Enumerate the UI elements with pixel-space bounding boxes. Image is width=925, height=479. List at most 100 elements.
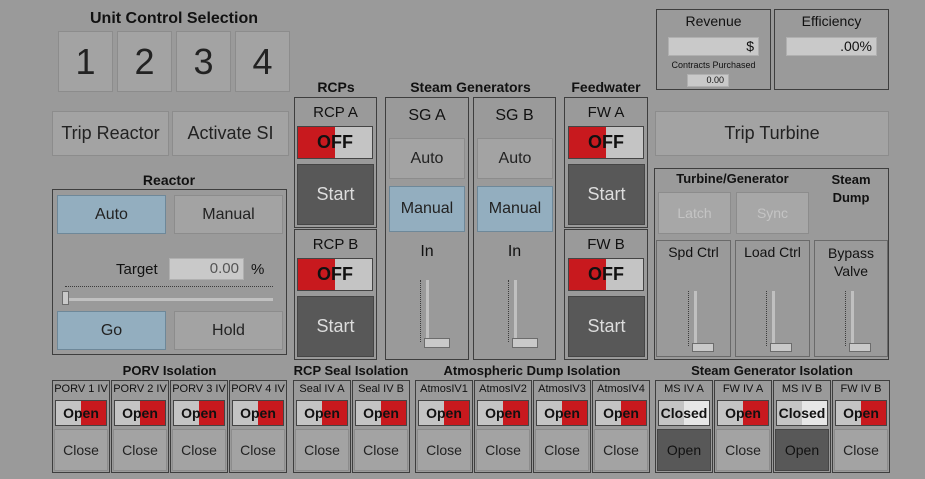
rcp-seal-isolation-title: RCP Seal Isolation — [293, 363, 409, 378]
valve-action-button[interactable]: Close — [172, 429, 226, 471]
sg-a-in-label: In — [420, 243, 434, 260]
valve-label: AtmosIV4 — [597, 383, 645, 395]
reactor-auto-button[interactable]: Auto — [57, 195, 166, 234]
fw-b-start-button[interactable]: Start — [568, 296, 645, 357]
valve-action-button[interactable]: Close — [54, 429, 108, 471]
efficiency-field: .00% — [786, 37, 877, 56]
valve-action-button[interactable]: Close — [476, 429, 530, 471]
valve-action-button[interactable]: Close — [834, 429, 888, 471]
valve-state: Open — [603, 405, 639, 421]
valve-label: FW IV A — [722, 383, 764, 395]
rcp-b-toggle[interactable]: OFF — [297, 258, 373, 291]
bypass-valve-label: Bypass Valve — [828, 245, 874, 279]
fw-b-toggle[interactable]: OFF — [568, 258, 644, 291]
target-field[interactable]: 0.00 — [169, 258, 244, 280]
reactor-hold-button[interactable]: Hold — [174, 311, 283, 350]
valve-state-toggle[interactable]: Open — [477, 400, 529, 426]
valve-state-toggle[interactable]: Open — [418, 400, 470, 426]
unit-2-button[interactable]: 2 — [117, 31, 172, 92]
valve-action-button[interactable]: Open — [775, 429, 829, 471]
seal-valve-1: Seal IV A Open Close — [293, 380, 351, 473]
valve-label: PORV 4 IV — [231, 383, 285, 395]
valve-state-toggle[interactable]: Open — [595, 400, 647, 426]
porv-valve-2: PORV 2 IV Open Close — [111, 380, 169, 473]
valve-action-button[interactable]: Close — [594, 429, 648, 471]
valve-state-toggle[interactable]: Open — [296, 400, 348, 426]
spd-ctrl-ticks — [688, 291, 690, 346]
sg-a-slider-track — [426, 280, 429, 342]
valve-state-toggle[interactable]: Open — [232, 400, 284, 426]
contracts-field[interactable]: 0.00 — [687, 74, 729, 87]
sg-b-panel: SG B Auto Manual In — [473, 97, 556, 360]
valve-state-toggle[interactable]: Open — [55, 400, 107, 426]
fw-b-state: OFF — [588, 264, 624, 284]
valve-action-button[interactable]: Close — [417, 429, 471, 471]
trip-reactor-button[interactable]: Trip Reactor — [52, 111, 169, 156]
valve-state-toggle[interactable]: Open — [114, 400, 166, 426]
valve-label: PORV 1 IV — [54, 383, 108, 395]
valve-action-button[interactable]: Open — [657, 429, 711, 471]
sg-a-auto-button[interactable]: Auto — [389, 138, 465, 179]
fw-a-state: OFF — [588, 132, 624, 152]
fw-a-start-button[interactable]: Start — [568, 164, 645, 225]
valve-state-toggle[interactable]: Open — [173, 400, 225, 426]
valve-label: AtmosIV1 — [420, 383, 468, 395]
activate-si-button[interactable]: Activate SI — [172, 111, 289, 156]
valve-label: PORV 3 IV — [172, 383, 226, 395]
sg-b-auto-button[interactable]: Auto — [477, 138, 553, 179]
sg-b-slider-thumb[interactable] — [512, 338, 538, 348]
rcp-b-panel: RCP B OFF Start — [294, 229, 377, 360]
valve-action-button[interactable]: Close — [113, 429, 167, 471]
valve-action-button[interactable]: Close — [231, 429, 285, 471]
fw-a-toggle[interactable]: OFF — [568, 126, 644, 159]
rcp-b-state: OFF — [317, 264, 353, 284]
trip-turbine-button[interactable]: Trip Turbine — [655, 111, 889, 156]
valve-state-toggle[interactable]: Open — [536, 400, 588, 426]
valve-state-toggle[interactable]: Closed — [658, 400, 710, 426]
reactor-go-button[interactable]: Go — [57, 311, 166, 350]
rcp-a-toggle[interactable]: OFF — [297, 126, 373, 159]
rcp-b-start-button[interactable]: Start — [297, 296, 374, 357]
valve-state: Open — [240, 405, 276, 421]
valve-state-toggle[interactable]: Open — [355, 400, 407, 426]
valve-label: FW IV B — [840, 383, 882, 395]
load-ctrl-ticks — [766, 291, 768, 346]
spd-ctrl-track — [694, 291, 697, 346]
valve-action-button[interactable]: Close — [535, 429, 589, 471]
valve-state: Open — [725, 405, 761, 421]
sync-button[interactable]: Sync — [736, 192, 809, 234]
seal-valve-2: Seal IV B Open Close — [352, 380, 410, 473]
sg-b-manual-button[interactable]: Manual — [477, 186, 553, 232]
unit-1-button[interactable]: 1 — [58, 31, 113, 92]
atm-valve-3: AtmosIV3 Open Close — [533, 380, 591, 473]
valve-action-button[interactable]: Close — [716, 429, 770, 471]
sg-b-slider-track — [514, 280, 517, 342]
valve-state: Closed — [778, 405, 826, 421]
spd-ctrl-label: Spd Ctrl — [668, 244, 719, 260]
valve-state-toggle[interactable]: Open — [717, 400, 769, 426]
valve-label: Seal IV A — [299, 383, 345, 395]
porv-valve-4: PORV 4 IV Open Close — [229, 380, 287, 473]
sg-b-label: SG B — [495, 107, 534, 124]
latch-button[interactable]: Latch — [658, 192, 731, 234]
rcp-a-start-button[interactable]: Start — [297, 164, 374, 225]
unit-control-title: Unit Control Selection — [90, 10, 258, 27]
valve-action-button[interactable]: Close — [354, 429, 408, 471]
load-ctrl-thumb[interactable] — [770, 343, 792, 352]
unit-3-button[interactable]: 3 — [176, 31, 231, 92]
valve-label: PORV 2 IV — [113, 383, 167, 395]
valve-state-toggle[interactable]: Open — [835, 400, 887, 426]
target-slider-thumb[interactable] — [62, 291, 69, 305]
turbine-generator-title: Turbine/Generator — [676, 171, 789, 186]
revenue-title: Revenue — [685, 13, 742, 29]
reactor-manual-button[interactable]: Manual — [174, 195, 283, 234]
valve-state-toggle[interactable]: Closed — [776, 400, 828, 426]
valve-action-button[interactable]: Close — [295, 429, 349, 471]
bypass-valve-thumb[interactable] — [849, 343, 871, 352]
sg-a-manual-button[interactable]: Manual — [389, 186, 465, 232]
unit-4-button[interactable]: 4 — [235, 31, 290, 92]
spd-ctrl-thumb[interactable] — [692, 343, 714, 352]
valve-label: MS IV A — [664, 383, 704, 395]
sg-a-slider-thumb[interactable] — [424, 338, 450, 348]
valve-label: AtmosIV3 — [538, 383, 586, 395]
